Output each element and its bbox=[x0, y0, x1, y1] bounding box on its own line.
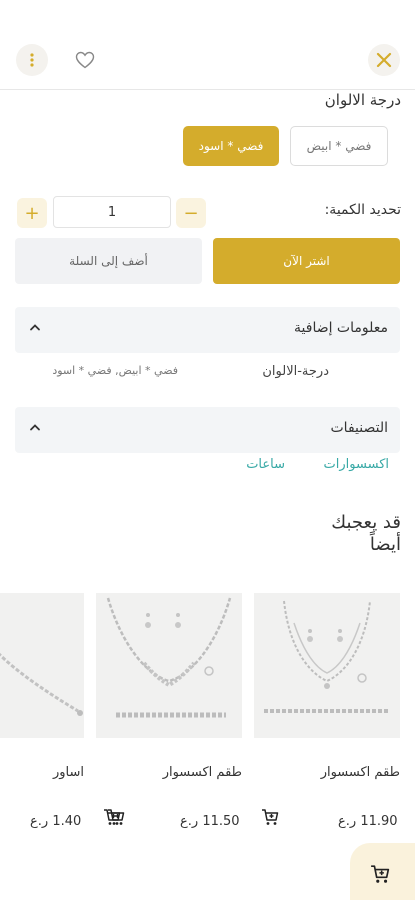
close-icon bbox=[376, 52, 392, 68]
add-to-cart-icon-button[interactable] bbox=[258, 805, 282, 829]
add-to-cart-icon-button[interactable] bbox=[104, 805, 128, 829]
bracelet-image bbox=[0, 593, 84, 738]
heart-icon bbox=[75, 51, 95, 69]
product-card: اساور 1.40 ر.ع bbox=[0, 593, 125, 841]
color-options-title: درجة الالوان bbox=[324, 91, 401, 109]
product-price: 11.50 ر.ع bbox=[180, 814, 240, 829]
product-image[interactable] bbox=[96, 593, 242, 738]
product-image[interactable] bbox=[0, 593, 84, 738]
category-link-accessories[interactable]: اكسسوارات bbox=[324, 457, 389, 472]
top-bar bbox=[0, 0, 415, 90]
attribute-value: فضي * ابيض, فضي * اسود bbox=[52, 364, 178, 377]
vertical-dots-icon bbox=[30, 53, 34, 67]
quantity-label: تحديد الكمية: bbox=[324, 202, 401, 218]
floating-cart-button[interactable] bbox=[350, 843, 415, 900]
product-name[interactable]: طقم اكسسوار bbox=[163, 765, 242, 780]
close-button[interactable] bbox=[368, 44, 400, 76]
related-title-line1: قد يعجبك bbox=[331, 512, 401, 533]
cart-add-icon bbox=[108, 809, 125, 825]
color-option-silver-black[interactable]: فضي * اسود bbox=[183, 126, 279, 166]
related-title: قد يعجبك أيضاً bbox=[331, 512, 401, 556]
categories-title: التصنيفات bbox=[330, 420, 389, 436]
related-title-line2: أيضاً bbox=[369, 534, 401, 555]
add-to-cart-button[interactable]: أضف إلى السلة bbox=[15, 238, 202, 284]
necklace-set-image bbox=[96, 593, 242, 738]
product-card: طقم اكسسوار 11.50 ر.ع bbox=[96, 593, 242, 841]
chevron-up-icon bbox=[30, 424, 40, 431]
favorite-button[interactable] bbox=[71, 46, 99, 74]
category-link-watches[interactable]: ساعات bbox=[246, 457, 285, 472]
necklace-set-image bbox=[254, 593, 400, 738]
product-page: درجة الالوان فضي * ابيض فضي * اسود تحديد… bbox=[0, 0, 415, 900]
color-option-silver-white[interactable]: فضي * ابيض bbox=[290, 126, 388, 166]
quantity-increase-button[interactable]: + bbox=[17, 198, 47, 228]
cart-add-icon bbox=[262, 809, 279, 825]
attribute-name: درجة-الالوان bbox=[262, 364, 329, 379]
product-card: طقم اكسسوار 11.90 ر.ع bbox=[254, 593, 400, 841]
additional-info-title: معلومات إضافية bbox=[294, 320, 388, 336]
chevron-up-icon bbox=[30, 324, 40, 331]
quantity-input[interactable] bbox=[53, 196, 171, 228]
categories-accordion[interactable]: التصنيفات bbox=[15, 407, 400, 453]
quantity-decrease-button[interactable]: − bbox=[176, 198, 206, 228]
cart-add-icon bbox=[371, 865, 390, 883]
product-price: 11.90 ر.ع bbox=[338, 814, 398, 829]
product-price: 1.40 ر.ع bbox=[30, 814, 82, 829]
buy-now-button[interactable]: اشتر الآن bbox=[213, 238, 400, 284]
additional-info-accordion[interactable]: معلومات إضافية bbox=[15, 307, 400, 353]
product-image[interactable] bbox=[254, 593, 400, 738]
product-name[interactable]: اساور bbox=[53, 765, 84, 780]
more-menu-button[interactable] bbox=[16, 44, 48, 76]
product-name[interactable]: طقم اكسسوار bbox=[321, 765, 400, 780]
